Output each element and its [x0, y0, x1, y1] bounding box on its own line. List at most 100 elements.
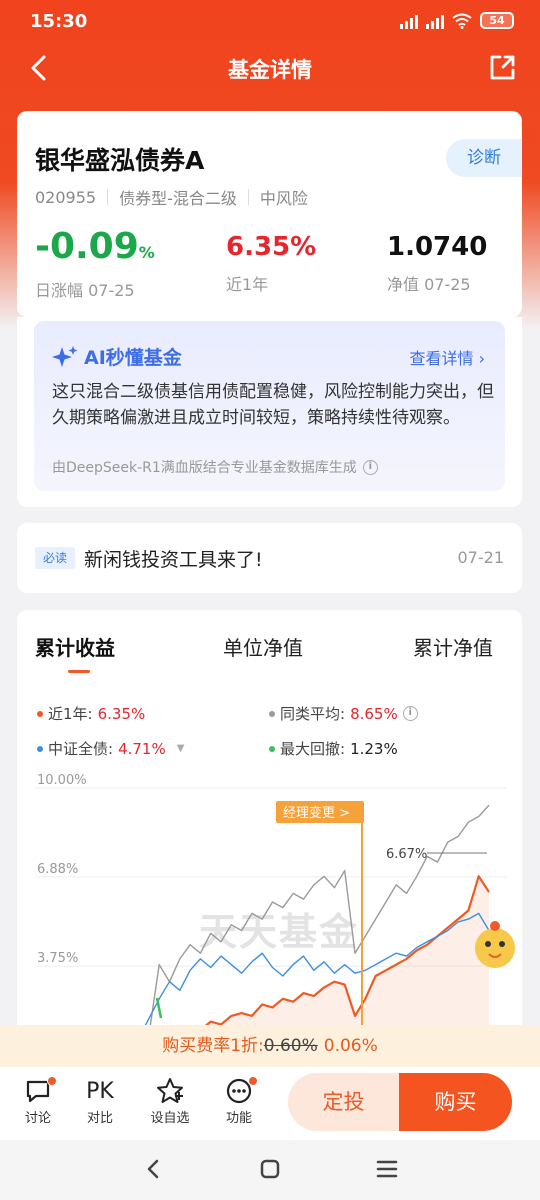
legend-index[interactable]: 中证全债: 4.71% ▼ — [37, 738, 184, 759]
status-time: 15:30 — [30, 11, 88, 32]
pk-icon: PK — [86, 1078, 114, 1104]
legend-fund: 近1年: 6.35% — [37, 703, 145, 724]
functions-button[interactable]: 功能 — [213, 1075, 265, 1126]
dropdown-arrow-icon: ▼ — [176, 743, 185, 754]
legend-index-label: 中证全债: — [48, 740, 114, 758]
daily-change-value: -0.09 — [35, 226, 139, 267]
purchase-buttons: 定投 购买 — [288, 1073, 512, 1131]
fund-type: 债券型-混合二级 — [119, 189, 237, 208]
divider — [247, 189, 249, 205]
signal-icon — [426, 13, 444, 29]
year-return-label: 近1年 — [226, 275, 269, 294]
nav-bar: 基金详情 — [0, 44, 540, 92]
legend-fund-value: 6.35% — [97, 704, 146, 723]
performance-line-chart[interactable]: 10.00%6.88%3.75%0.62%天天基金经理变更 >6.67% — [17, 770, 522, 1090]
ai-title-text: AI秒懂基金 — [84, 347, 182, 369]
fund-code: 020955 — [35, 187, 97, 207]
functions-label: 功能 — [225, 1111, 252, 1126]
info-icon[interactable]: i — [362, 459, 378, 475]
fee-original: 0.60% — [263, 1036, 318, 1056]
notice-tag: 必读 — [35, 547, 75, 569]
daily-change-metric: -0.09% 日涨幅 07-25 — [35, 227, 155, 301]
divider — [107, 189, 109, 205]
ai-summary-section: AI秒懂基金 查看详情 › 这只混合二级债基信用债配置稳健，风险控制能力突出，但… — [17, 317, 522, 507]
legend-drawdown: 最大回撤: 1.23% — [269, 738, 398, 759]
tab-unit-nav[interactable]: 单位净值 — [223, 632, 303, 661]
fund-risk: 中风险 — [259, 189, 308, 208]
fee-discount-bar: 购买费率1折:0.60% 0.06% — [0, 1025, 540, 1067]
system-nav-bar — [0, 1140, 540, 1200]
ai-title: AI秒懂基金 — [52, 343, 182, 370]
notification-dot — [47, 1076, 57, 1086]
battery-icon: 54 — [480, 12, 514, 29]
ai-more-link[interactable]: 查看详情 › — [409, 345, 485, 369]
nav-value: 1.0740 — [387, 232, 488, 262]
legend-drawdown-dot — [269, 745, 275, 752]
manager-change-label: 经理变更 > — [283, 805, 350, 821]
home-square-icon[interactable] — [259, 1158, 281, 1180]
share-external-icon[interactable] — [486, 52, 518, 84]
notice-date: 07-21 — [457, 548, 505, 567]
bottom-action-bar: 讨论 PK 对比 设自选 功能 定投 购买 — [0, 1067, 540, 1140]
notice-text: 新闲钱投资工具来了! — [84, 549, 263, 571]
legend-fund-label: 近1年: — [48, 705, 93, 723]
sparkle-icon — [52, 345, 78, 367]
signal-icon — [400, 13, 418, 29]
auto-invest-button[interactable]: 定投 — [288, 1073, 399, 1131]
legend-index-value: 4.71% — [118, 739, 166, 758]
functions-icon-wrap — [213, 1075, 265, 1107]
nav-metric: 1.0740 净值 07-25 — [387, 227, 487, 295]
wifi-icon — [452, 13, 472, 29]
compare-button[interactable]: PK 对比 — [74, 1075, 126, 1127]
watermark-text: 天天基金 — [199, 909, 359, 954]
fund-name: 银华盛泓债券A — [35, 146, 205, 175]
notification-dot — [248, 1076, 258, 1086]
year-return-metric: 6.35% 近1年 — [226, 227, 316, 295]
year-return-value: 6.35% — [226, 232, 317, 262]
fee-label: 购买费率1折: — [162, 1036, 264, 1056]
discuss-label: 讨论 — [24, 1111, 51, 1126]
legend-peer-dot — [269, 710, 275, 717]
fund-summary-card: 银华盛泓债券A 诊断 020955 债券型-混合二级 中风险 -0.09% 日涨… — [17, 111, 522, 317]
max-drawdown-segment — [155, 997, 163, 1019]
y-tick-label: 3.75% — [37, 951, 78, 966]
legend-peer-value: 8.65% — [350, 704, 398, 723]
legend-drawdown-label: 最大回撤: — [280, 740, 346, 758]
ai-source-text: 由DeepSeek-R1满血版结合专业基金数据库生成 — [52, 460, 357, 476]
fee-discounted: 0.06% — [323, 1036, 378, 1056]
chevron-right-icon: › — [478, 349, 485, 368]
fund-meta: 020955 债券型-混合二级 中风险 — [35, 185, 308, 209]
y-tick-label: 6.88% — [37, 862, 78, 877]
notice-banner[interactable]: 必读 新闲钱投资工具来了! 07-21 — [17, 523, 522, 593]
tab-cumulative-nav[interactable]: 累计净值 — [413, 632, 493, 661]
back-triangle-icon[interactable] — [143, 1158, 163, 1180]
favorite-icon-wrap — [144, 1075, 196, 1107]
diagnose-button[interactable]: 诊断 — [446, 139, 522, 177]
legend-peer: 同类平均: 8.65% i — [269, 703, 418, 724]
legend-drawdown-value: 1.23% — [350, 739, 398, 758]
buy-button[interactable]: 购买 — [399, 1073, 512, 1131]
compare-label: 对比 — [86, 1111, 113, 1126]
info-icon[interactable]: i — [402, 706, 418, 721]
legend-index-dot — [37, 745, 43, 752]
discuss-button[interactable]: 讨论 — [12, 1075, 64, 1126]
menu-lines-icon[interactable] — [376, 1158, 398, 1180]
status-bar: 15:30 54 — [0, 0, 540, 44]
ai-more-label: 查看详情 — [409, 349, 474, 368]
nav-label: 净值 07-25 — [387, 275, 471, 294]
ai-summary-text: 这只混合二级债基信用债配置稳健，风险控制能力突出，但久期策略偏激进且成立时间较短… — [52, 382, 494, 428]
tab-underline — [68, 670, 90, 673]
legend-fund-dot — [37, 710, 43, 717]
tab-cumulative-return[interactable]: 累计收益 — [35, 632, 115, 661]
ai-summary-box[interactable]: AI秒懂基金 查看详情 › 这只混合二级债基信用债配置稳健，风险控制能力突出，但… — [34, 321, 505, 491]
ai-source: 由DeepSeek-R1满血版结合专业基金数据库生成 i — [52, 457, 378, 477]
performance-chart-card: 累计收益 单位净值 累计净值 近1年: 6.35% 同类平均: 8.65% i 中证… — [17, 610, 522, 1090]
add-favorite-label: 设自选 — [150, 1111, 190, 1126]
legend-peer-label: 同类平均: — [280, 705, 346, 723]
add-favorite-button[interactable]: 设自选 — [144, 1075, 196, 1126]
status-icons: 54 — [400, 12, 514, 29]
daily-change-unit: % — [138, 243, 155, 262]
star-icon — [157, 1078, 183, 1103]
chart-tabs: 累计收益 单位净值 累计净值 — [17, 632, 522, 672]
daily-change-label: 日涨幅 07-25 — [35, 281, 135, 300]
